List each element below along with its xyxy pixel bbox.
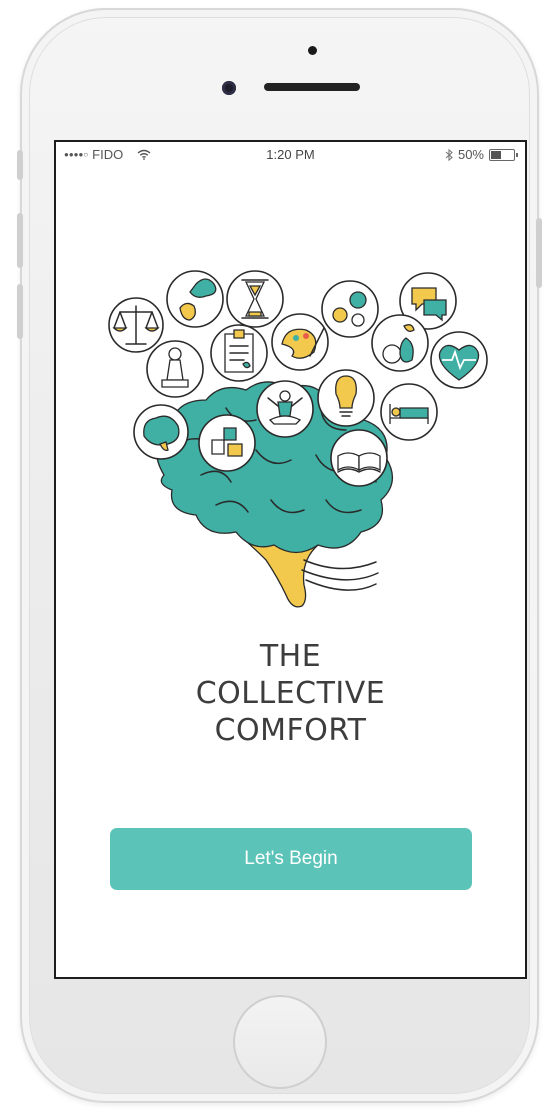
bed-icon [380, 383, 438, 441]
meditation-icon [256, 380, 314, 438]
title-line-2: COLLECTIVE [195, 676, 386, 711]
volume-down-button [17, 284, 23, 339]
mute-switch [17, 150, 23, 180]
lets-begin-button[interactable]: Let's Begin [110, 828, 472, 890]
proximity-sensor [308, 46, 317, 55]
front-camera [222, 81, 236, 95]
brain-icon [133, 404, 189, 460]
status-bar: ●●●●○ FIDO 1:20 PM 50% [56, 142, 525, 164]
title-line-3: COMFORT [214, 713, 367, 748]
heartbeat-icon [430, 331, 488, 389]
power-button [536, 218, 542, 288]
gears-icon [321, 280, 379, 338]
brain-illustration: .c{fill:#fff;stroke:#2a2a2a;stroke-width… [108, 270, 488, 608]
app-title: THE COLLECTIVE COMFORT [56, 638, 525, 749]
battery-percentage: 50% [457, 147, 484, 162]
bluetooth-icon [445, 148, 453, 161]
fruit-icon [371, 314, 429, 372]
chess-pawn-icon [146, 340, 204, 398]
app-screen: ●●●●○ FIDO 1:20 PM 50% .c{fill:#fff;stro… [54, 140, 527, 979]
earpiece-speaker [264, 83, 360, 91]
battery-icon [489, 148, 518, 161]
thinking-head-icon [166, 270, 224, 328]
home-button[interactable] [233, 995, 327, 1089]
volume-up-button [17, 213, 23, 268]
puzzle-icon [198, 414, 256, 472]
lightbulb-icon [317, 369, 375, 427]
hourglass-icon [226, 270, 284, 328]
title-line-1: THE [259, 639, 322, 674]
clipboard-icon [210, 324, 268, 382]
open-book-icon [330, 429, 388, 487]
paint-palette-icon [271, 313, 329, 371]
scales-icon [108, 297, 164, 353]
